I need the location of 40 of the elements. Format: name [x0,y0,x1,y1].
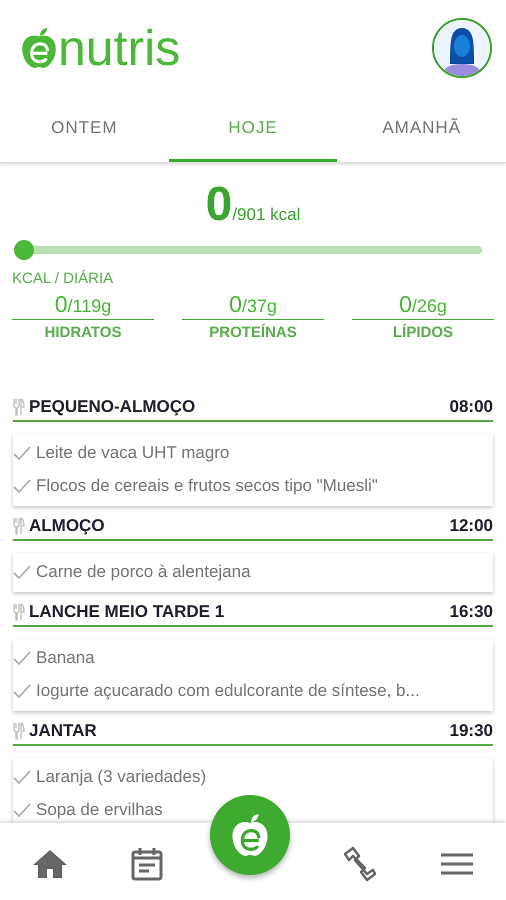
meal-time: 12:00 [450,516,493,536]
macro-label: LÍPIDOS [392,324,453,341]
cutlery-icon [13,603,25,621]
cutlery-icon [13,398,25,416]
checkmark-icon [13,770,31,784]
food-item: Iogurte açucarado com edulcorante de síntese, b... [36,680,420,700]
food-item: Laranja (3 variedades) [36,766,206,786]
food-item: Sopa de ervilhas [36,800,163,820]
macro-label: HIDRATOS [44,324,122,341]
meal-name: LANCHE MEIO TARDE 1 [29,602,226,622]
calorie-count: 0 [206,177,232,232]
meal-time: 19:30 [450,721,493,741]
checkmark-icon [13,802,31,816]
checkmark-icon [13,650,31,664]
calorie-target: /901 kcal [232,205,300,225]
macro-label: PROTEÍNAS [209,324,297,341]
calorie-label: KCAL / DIÁRIA [12,270,114,287]
macro-value: 0/119g [12,291,154,320]
meal-name: PEQUENO-ALMOÇO [29,397,196,417]
cutlery-icon [13,517,25,535]
meal-name: ALMOÇO [29,516,106,536]
macro-value: 0/37g [182,291,324,320]
apple-logo-button[interactable] [210,795,290,875]
logo-text: nutris [58,23,180,73]
checkmark-icon [13,564,31,578]
day-tab[interactable]: ONTEM [0,96,169,162]
food-item: Carne de porco à alentejana [36,562,251,582]
day-tab[interactable]: AMANHÃ [337,96,506,162]
checkmark-icon [13,684,31,698]
day-tab[interactable]: HOJE [168,96,338,162]
cutlery-icon [13,722,25,740]
checkmark-icon [13,478,31,492]
meal-time: 16:30 [450,602,493,622]
food-item: Banana [36,648,95,668]
meal-time: 08:00 [450,397,493,417]
macro-value: 0/26g [352,291,494,320]
checkmark-icon [13,446,31,460]
food-item: Leite de vaca UHT magro [36,442,230,462]
food-item: Flocos de cereais e frutos secos tipo "Muesli" [36,476,378,496]
meal-name: JANTAR [29,721,98,741]
